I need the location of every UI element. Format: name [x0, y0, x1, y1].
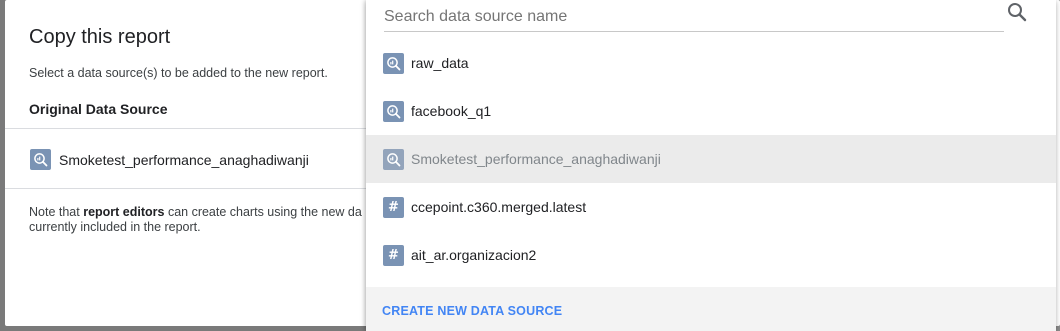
report-editors-note: Note that report editors can create char…: [29, 205, 374, 235]
note-text: Note that: [29, 205, 84, 219]
bigquery-icon: [30, 149, 51, 170]
list-item-label: ait_ar.organizacion2: [411, 247, 537, 263]
bigquery-icon: [383, 100, 404, 122]
note-text: currently included in the report.: [29, 220, 201, 234]
hash-icon: #: [383, 244, 404, 266]
data-source-dropdown: raw_data facebook_q1: [366, 0, 1056, 331]
dropdown-footer: CREATE NEW DATA SOURCE: [366, 287, 1056, 331]
list-item-label: facebook_q1: [411, 103, 492, 119]
note-bold-text: report editors: [83, 205, 165, 219]
divider: [5, 128, 375, 129]
search-field: [384, 0, 1004, 32]
list-item-ccepoint[interactable]: # ccepoint.c360.merged.latest: [366, 183, 1056, 231]
search-icon[interactable]: [1006, 1, 1028, 23]
list-item-ait-ar[interactable]: # ait_ar.organizacion2: [366, 231, 1056, 279]
create-new-data-source-button[interactable]: CREATE NEW DATA SOURCE: [382, 304, 562, 318]
list-item-label: Smoketest_performance_anaghadiwanji: [411, 151, 661, 167]
list-item-raw-data[interactable]: raw_data: [366, 39, 1056, 87]
bigquery-icon: [383, 148, 404, 170]
original-data-source-name: Smoketest_performance_anaghadiwanji: [59, 151, 309, 168]
original-data-source-heading: Original Data Source: [29, 101, 168, 117]
list-item-smoketest-performance[interactable]: Smoketest_performance_anaghadiwanji: [366, 135, 1056, 183]
dialog-title: Copy this report: [29, 26, 171, 48]
data-source-list: raw_data facebook_q1 Smoketest_performan…: [366, 39, 1056, 279]
divider: [5, 188, 375, 189]
note-text: can create charts using the new da: [164, 205, 362, 219]
bigquery-icon: [383, 52, 404, 74]
search-input[interactable]: [384, 4, 984, 30]
list-item-label: raw_data: [411, 55, 469, 71]
dialog-subtitle: Select a data source(s) to be added to t…: [29, 66, 328, 80]
original-data-source-row: Smoketest_performance_anaghadiwanji: [30, 149, 309, 170]
hash-icon: #: [383, 196, 404, 218]
list-item-label: ccepoint.c360.merged.latest: [411, 199, 587, 215]
list-item-facebook-q1[interactable]: facebook_q1: [366, 87, 1056, 135]
